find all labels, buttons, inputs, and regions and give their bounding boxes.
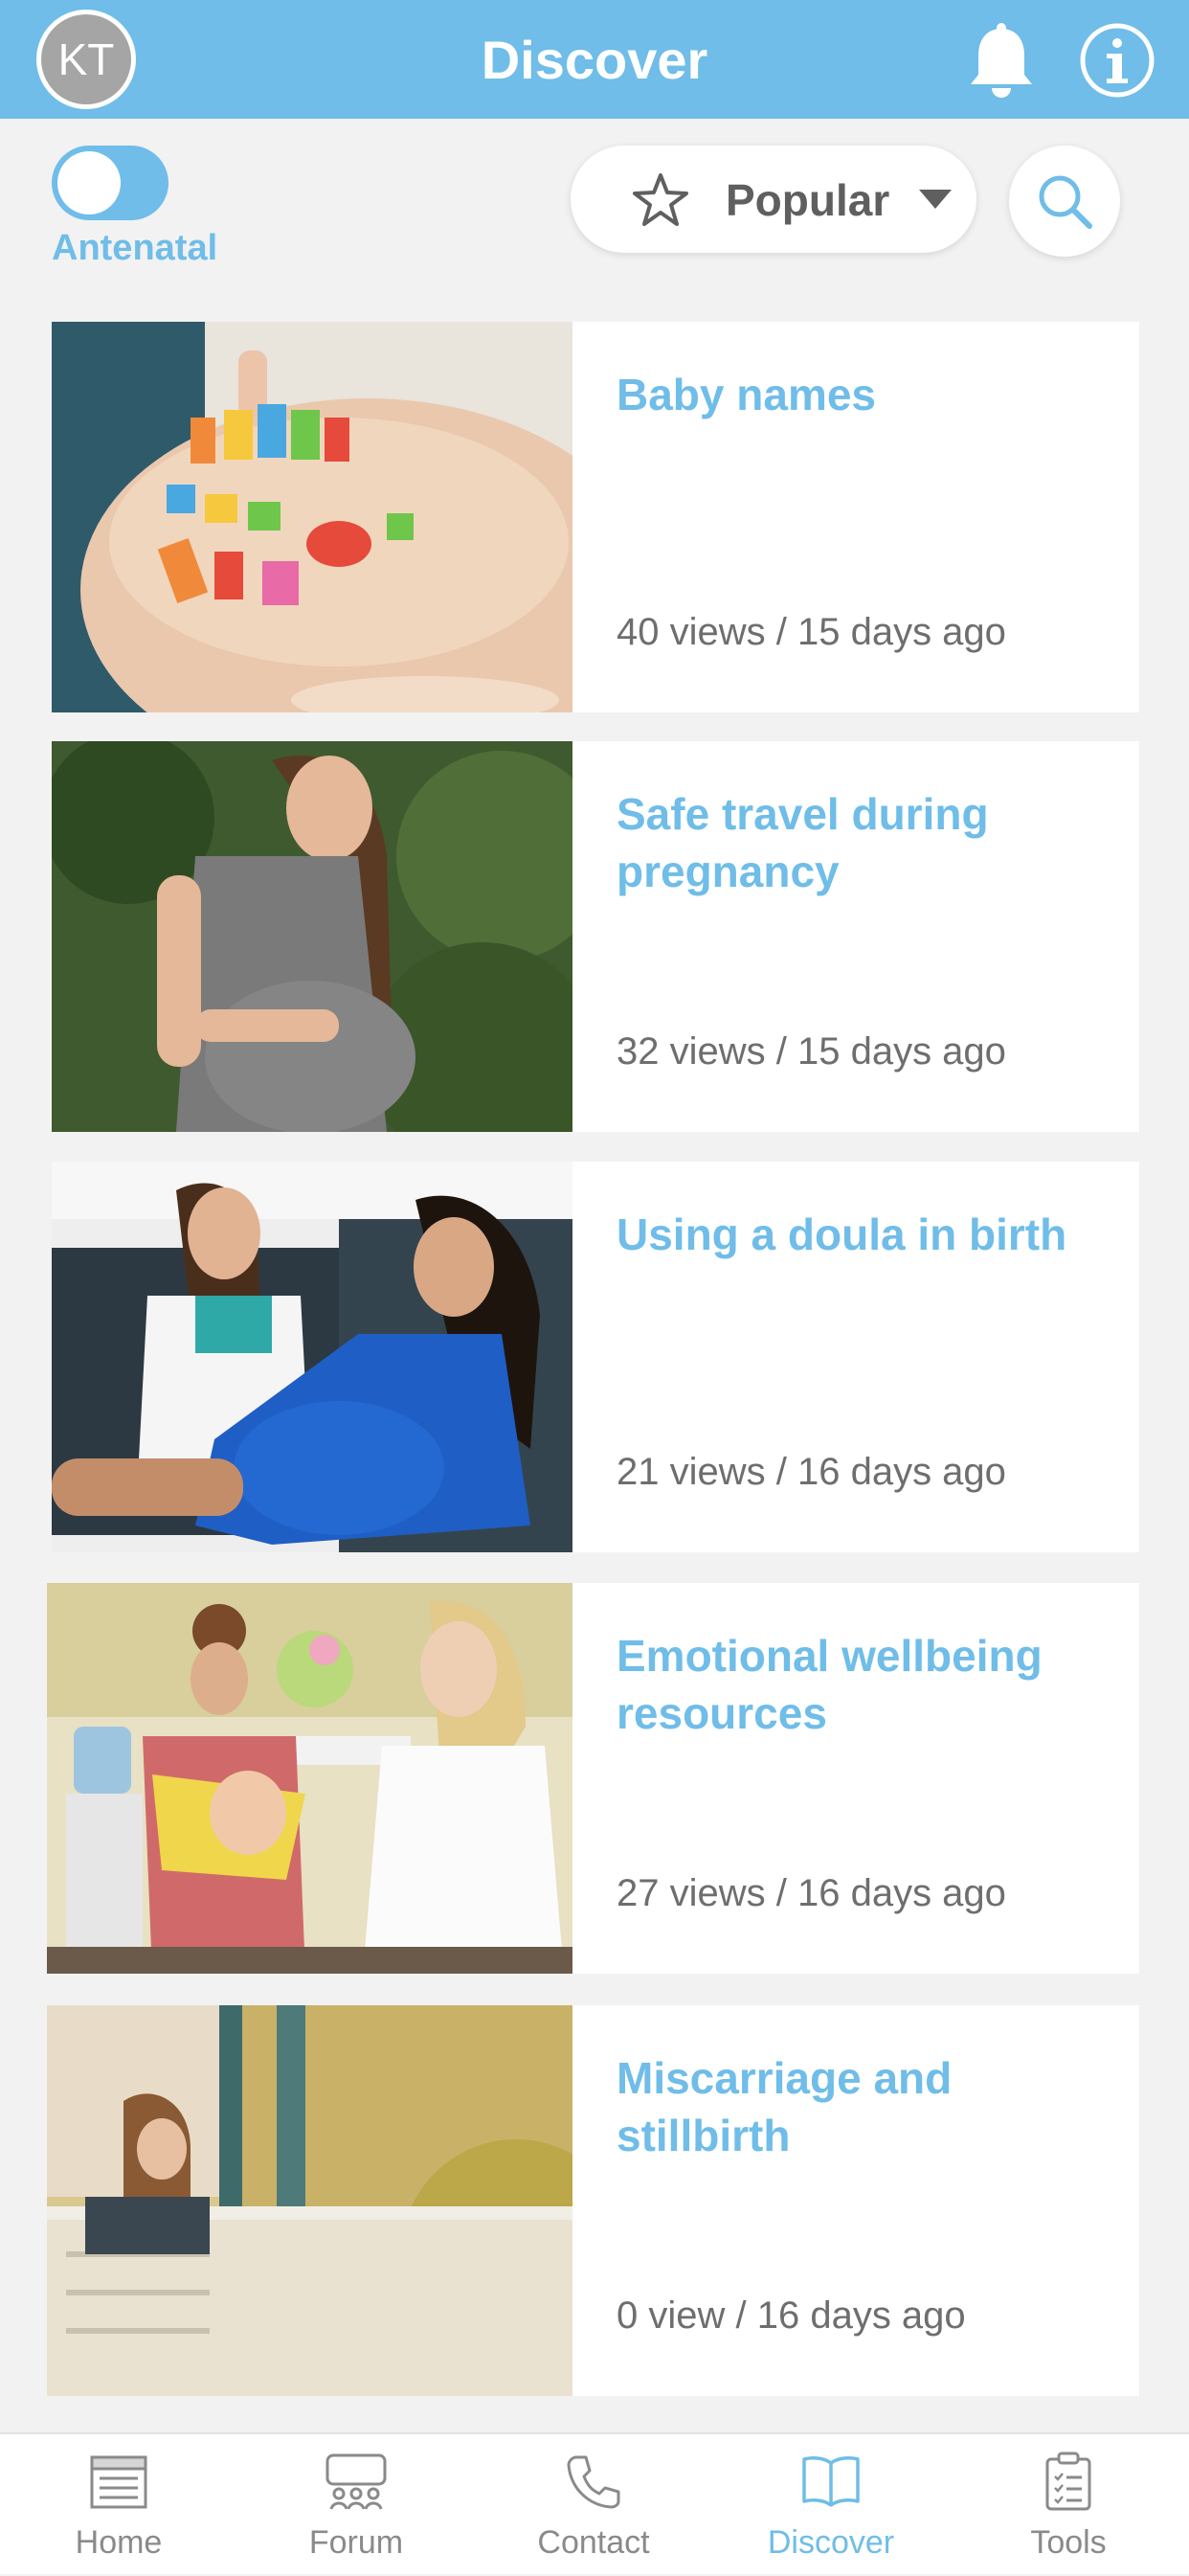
article-title[interactable]: Miscarriage and stillbirth xyxy=(617,2049,1114,2164)
sort-label: Popular xyxy=(726,175,890,225)
search-icon xyxy=(1039,175,1092,229)
tab-discover[interactable]: Discover xyxy=(712,2434,950,2576)
article-title[interactable]: Baby names xyxy=(617,366,1114,423)
article-title[interactable]: Emotional wellbeing resources xyxy=(617,1627,1114,1742)
toggle-label: Antenatal xyxy=(52,228,218,268)
doula-photo xyxy=(52,1162,572,1552)
tab-label: Tools xyxy=(1030,2524,1107,2561)
tab-label: Home xyxy=(75,2524,163,2561)
article-meta: 40 views / 15 days ago xyxy=(617,611,1006,653)
bell-icon[interactable] xyxy=(965,21,1038,102)
article-image xyxy=(47,2005,572,2396)
info-icon[interactable] xyxy=(1078,21,1156,100)
article-image xyxy=(52,1162,572,1552)
article-image xyxy=(52,322,572,712)
caret-down-icon xyxy=(919,190,952,209)
bottom-tab-bar: Home Forum Contact Discover Tools xyxy=(0,2432,1189,2574)
toggle-knob xyxy=(57,151,121,215)
article-title[interactable]: Safe travel during pregnancy xyxy=(617,785,1114,900)
article-meta: 0 view / 16 days ago xyxy=(617,2294,966,2337)
baby-letters-photo xyxy=(52,322,572,712)
header-bar: KT Discover xyxy=(0,0,1189,119)
article-meta: 21 views / 16 days ago xyxy=(617,1451,1006,1493)
tab-label: Contact xyxy=(537,2524,650,2561)
tab-label: Discover xyxy=(767,2524,895,2561)
newspaper-icon xyxy=(90,2455,147,2509)
article-image xyxy=(52,741,572,1132)
tab-forum[interactable]: Forum xyxy=(237,2434,475,2576)
clipboard-icon xyxy=(1045,2452,1091,2511)
article-card[interactable]: Baby names 40 views / 15 days ago xyxy=(52,322,1139,712)
tab-label: Forum xyxy=(308,2524,404,2561)
search-button[interactable] xyxy=(1009,146,1120,257)
phone-icon xyxy=(567,2455,620,2509)
article-image xyxy=(47,1583,572,1974)
article-meta: 27 views / 16 days ago xyxy=(617,1872,1006,1914)
star-icon xyxy=(633,173,688,226)
tab-home[interactable]: Home xyxy=(0,2434,237,2576)
open-book-icon xyxy=(802,2456,860,2507)
tab-tools[interactable]: Tools xyxy=(950,2434,1187,2576)
pregnant-woman-outdoors-photo xyxy=(52,741,572,1132)
article-title[interactable]: Using a doula in birth xyxy=(617,1206,1114,1263)
sort-dropdown[interactable]: Popular xyxy=(571,146,976,253)
balcony-photo xyxy=(47,2005,572,2396)
article-card[interactable]: Safe travel during pregnancy 32 views / … xyxy=(52,741,1139,1132)
article-card[interactable]: Emotional wellbeing resources 27 views /… xyxy=(47,1583,1139,1974)
tab-contact[interactable]: Contact xyxy=(475,2434,712,2576)
article-card[interactable]: Using a doula in birth 21 views / 16 day… xyxy=(52,1162,1139,1552)
clinic-photo xyxy=(47,1583,572,1974)
chat-group-icon xyxy=(325,2453,387,2510)
article-meta: 32 views / 15 days ago xyxy=(617,1030,1006,1073)
article-card[interactable]: Miscarriage and stillbirth 0 view / 16 d… xyxy=(47,2005,1139,2396)
antenatal-toggle[interactable] xyxy=(52,146,168,220)
